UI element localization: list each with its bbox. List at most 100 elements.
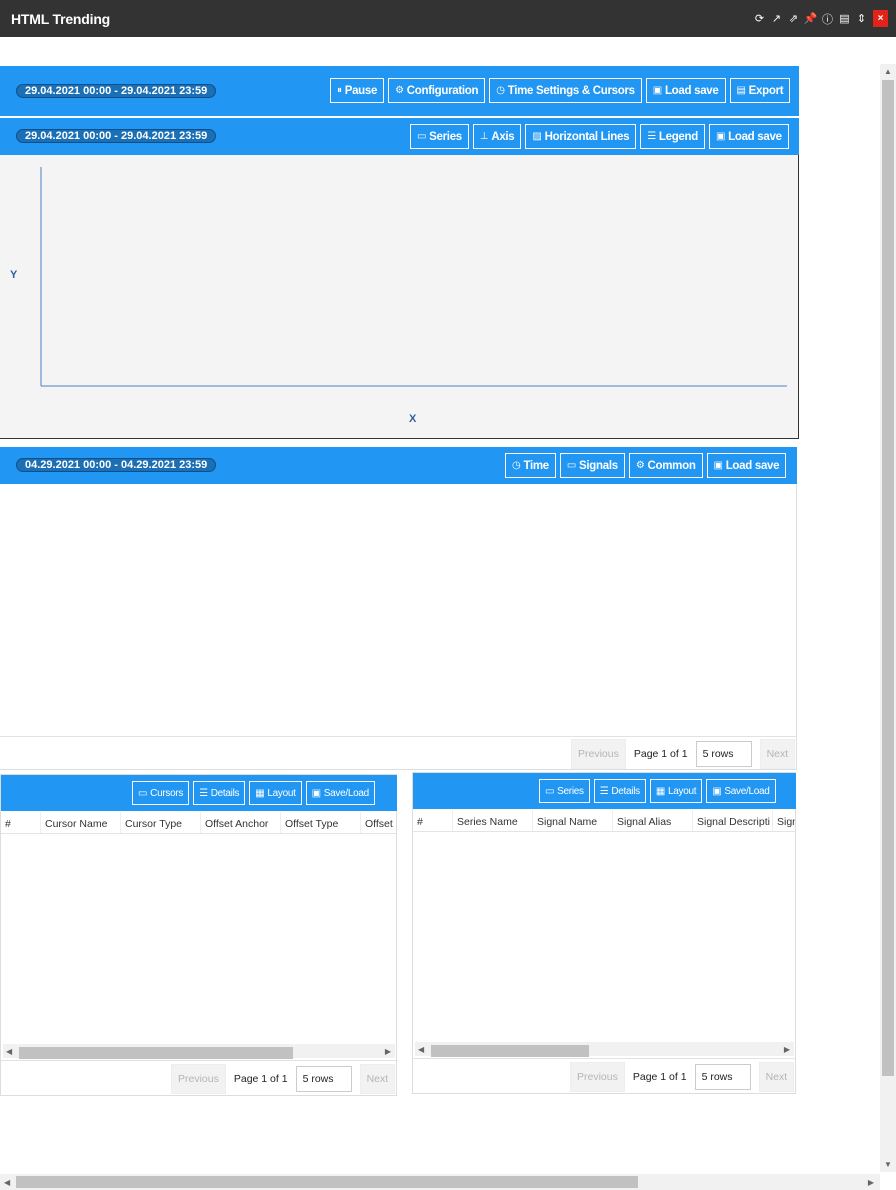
time-range-badge[interactable]: 29.04.2021 00:00 - 29.04.2021 23:59 — [16, 84, 217, 98]
previous-button[interactable]: Previous — [570, 1062, 625, 1092]
page-vertical-scrollbar[interactable]: ▲ ▼ — [880, 64, 896, 1172]
popout-icon[interactable]: ↗ — [771, 12, 782, 25]
gear-icon: ⚙ — [395, 85, 404, 96]
scroll-right-icon[interactable]: ▶ — [784, 1045, 790, 1054]
column-header[interactable]: Cursor Type — [121, 812, 201, 833]
series-details-button[interactable]: ☰ Details — [593, 779, 646, 803]
legend-button-label: Legend — [658, 130, 698, 143]
time-settings-button[interactable]: ◷ Time Settings & Cursors — [489, 78, 642, 103]
legend-button[interactable]: ☰ Legend — [640, 124, 705, 149]
signals-button[interactable]: ▭ Signals — [559, 453, 625, 478]
table-toolbar: 04.29.2021 00:00 - 04.29.2021 23:59 ◷ Tim… — [0, 447, 797, 484]
column-header[interactable]: Offset Anchor — [201, 812, 281, 833]
column-header[interactable]: Signal Descripti — [693, 810, 773, 831]
series-layout-button-label: Layout — [668, 785, 697, 797]
export-button-label: Export — [748, 84, 784, 97]
table-load-save-button[interactable]: ▣ Load save — [706, 453, 787, 478]
cursor-save-load-button-label: Save/Load — [323, 787, 369, 799]
common-button[interactable]: ⚙ Common — [628, 453, 703, 478]
axis-button-label: Axis — [491, 130, 515, 143]
series-save-load-button[interactable]: ▣ Save/Load — [706, 779, 776, 803]
pause-button-label: Pause — [344, 84, 378, 97]
column-header[interactable]: Cursor Name — [41, 812, 121, 833]
list-icon: ☰ — [199, 787, 208, 799]
table-time-range-badge[interactable]: 04.29.2021 00:00 - 04.29.2021 23:59 — [16, 458, 217, 472]
chart-icon: ▭ — [566, 460, 577, 471]
next-button[interactable]: Next — [359, 1064, 396, 1094]
common-button-label: Common — [647, 459, 696, 472]
export-button[interactable]: ▤ Export — [729, 78, 791, 103]
scroll-left-icon[interactable]: ◀ — [6, 1047, 12, 1056]
column-header[interactable]: Series Name — [453, 810, 533, 831]
page-indicator: Page 1 of 1 — [633, 748, 688, 760]
cursor-layout-button[interactable]: ▦ Layout — [249, 781, 302, 805]
column-header[interactable]: # — [413, 810, 453, 831]
column-header[interactable]: # — [1, 812, 41, 833]
pin-icon[interactable]: 📌 — [804, 12, 818, 25]
horizontal-scroll-thumb[interactable] — [16, 1176, 638, 1188]
previous-button[interactable]: Previous — [571, 739, 626, 769]
series-toolbar: ▭ Series ☰ Details ▦ Layout ▣ Save/Load — [413, 773, 796, 809]
trend-chart[interactable]: Y X — [0, 155, 799, 439]
scroll-down-icon[interactable]: ▼ — [884, 1160, 892, 1169]
vertical-scroll-thumb[interactable] — [882, 80, 894, 1076]
rows-select[interactable]: 5 rows — [694, 1064, 751, 1090]
scroll-right-icon[interactable]: ▶ — [868, 1178, 874, 1187]
scroll-right-icon[interactable]: ▶ — [385, 1047, 391, 1056]
next-button[interactable]: Next — [759, 739, 796, 769]
chart-load-save-button[interactable]: ▣ Load save — [708, 124, 789, 149]
rows-select[interactable]: 5 rows — [295, 1066, 352, 1092]
main-toolbar: 29.04.2021 00:00 - 29.04.2021 23:59 ⏸ Pau… — [0, 66, 799, 116]
configuration-button-label: Configuration — [406, 84, 479, 97]
y-axis-label: Y — [10, 269, 18, 281]
cursor-save-load-button[interactable]: ▣ Save/Load — [305, 781, 375, 805]
column-header[interactable]: Signal Name — [533, 810, 613, 831]
column-header[interactable]: Sign — [773, 810, 795, 831]
page-indicator: Page 1 of 1 — [632, 1071, 687, 1083]
values-table: Previous Page 1 of 1 5 rows Next — [0, 484, 797, 770]
scroll-thumb[interactable] — [19, 1047, 293, 1059]
image-icon: ▨ — [532, 131, 542, 142]
series-button[interactable]: ▭ Series — [410, 124, 469, 149]
load-save-button[interactable]: ▣ Load save — [645, 78, 726, 103]
axis-button[interactable]: ⊥ Axis — [472, 124, 522, 149]
cursor-horizontal-scrollbar[interactable]: ◀ ▶ — [3, 1044, 395, 1059]
column-header[interactable]: Signal Alias — [613, 810, 693, 831]
configuration-button[interactable]: ⚙ Configuration — [388, 78, 486, 103]
cursors-button[interactable]: ▭ Cursors — [132, 781, 190, 805]
scroll-thumb[interactable] — [431, 1045, 589, 1057]
page-horizontal-scrollbar[interactable]: ◀ ▶ — [0, 1174, 880, 1190]
scroll-up-icon[interactable]: ▲ — [884, 67, 892, 76]
scroll-left-icon[interactable]: ◀ — [418, 1045, 424, 1054]
pdf-icon[interactable]: ▤ — [839, 12, 850, 25]
series-list-button-label: Series — [557, 785, 584, 797]
horizontal-lines-button[interactable]: ▨ Horizontal Lines — [525, 124, 637, 149]
series-list-button[interactable]: ▭ Series — [539, 779, 590, 803]
time-button[interactable]: ◷ Time — [505, 453, 556, 478]
chart-icon: ▭ — [417, 131, 427, 142]
info-icon[interactable]: ⓘ — [822, 12, 833, 26]
close-icon[interactable]: × — [873, 10, 888, 27]
clock-icon: ◷ — [512, 460, 521, 471]
gears-icon: ⚙ — [635, 460, 645, 471]
column-header[interactable]: Offset — [361, 812, 396, 833]
series-layout-button[interactable]: ▦ Layout — [649, 779, 703, 803]
previous-button[interactable]: Previous — [171, 1064, 226, 1094]
series-button-label: Series — [429, 130, 462, 143]
series-table-header: # Series Name Signal Name Signal Alias S… — [413, 810, 795, 832]
refresh-icon[interactable]: ⟳ — [754, 12, 765, 25]
rows-select[interactable]: 5 rows — [695, 741, 752, 767]
export-icon: ▤ — [736, 85, 746, 96]
column-header[interactable]: Offset Type — [281, 812, 361, 833]
next-button[interactable]: Next — [758, 1062, 795, 1092]
external-link-icon[interactable]: ⇗ — [788, 12, 799, 25]
cursor-details-button-label: Details — [210, 787, 240, 799]
resize-icon[interactable]: ⇕ — [856, 12, 867, 25]
chart-time-range-badge[interactable]: 29.04.2021 00:00 - 29.04.2021 23:59 — [16, 129, 217, 143]
chart-icon: ▭ — [545, 785, 555, 797]
pause-button[interactable]: ⏸ Pause — [330, 78, 385, 103]
cursor-details-button[interactable]: ☰ Details — [193, 781, 246, 805]
series-horizontal-scrollbar[interactable]: ◀ ▶ — [415, 1042, 794, 1057]
scroll-left-icon[interactable]: ◀ — [4, 1178, 10, 1187]
series-details-button-label: Details — [611, 785, 640, 797]
